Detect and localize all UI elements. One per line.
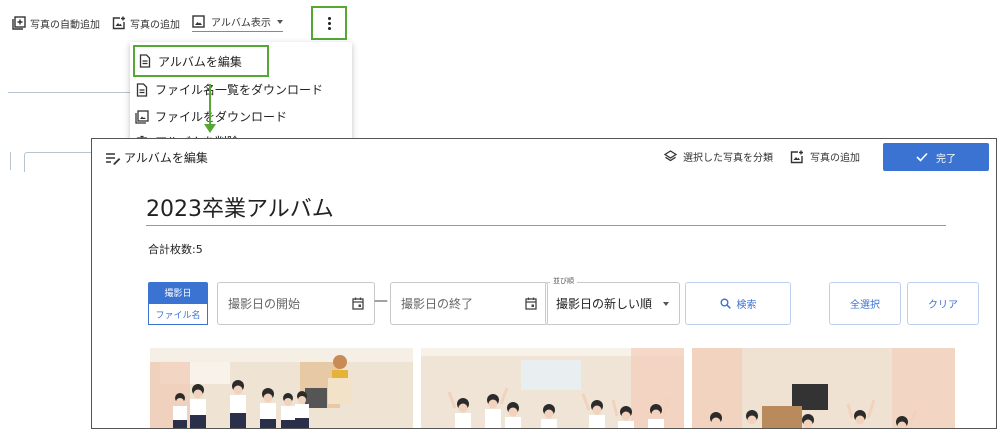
- calendar-icon[interactable]: [352, 297, 364, 310]
- view-mode-select[interactable]: アルバム表示: [192, 14, 283, 32]
- chevron-down-icon: [276, 19, 283, 24]
- done-button[interactable]: 完了: [883, 143, 989, 171]
- date-range-separator: —: [374, 293, 388, 309]
- clear-button[interactable]: クリア: [907, 282, 979, 325]
- editor-title-text: アルバムを編集: [124, 151, 208, 165]
- add-photo-icon: [112, 16, 125, 30]
- auto-add-photos-label: 写真の自動追加: [30, 19, 100, 31]
- document-icon: [139, 54, 151, 68]
- document-icon: [136, 82, 148, 97]
- filter-by-date-tab[interactable]: 撮影日: [148, 282, 208, 303]
- done-label: 完了: [936, 153, 956, 165]
- photo-count: 合計枚数:5: [148, 243, 203, 256]
- search-button-label: 検索: [736, 300, 757, 311]
- editor-header: アルバムを編集 選択した写真を分類 写真の追加 完了: [92, 139, 996, 175]
- menu-item-download-files[interactable]: ファイルをダウンロード: [135, 108, 287, 125]
- search-icon: [720, 298, 731, 309]
- add-library-icon: [12, 16, 26, 30]
- photo-thumbnail[interactable]: [150, 348, 413, 428]
- editor-title: アルバムを編集: [105, 149, 208, 166]
- more-options-button[interactable]: [311, 6, 347, 40]
- more-vert-icon: [327, 16, 331, 31]
- filter-mode-toggle: 撮影日 ファイル名: [148, 282, 208, 325]
- background-panel-edge: [24, 152, 94, 172]
- check-icon: [916, 152, 928, 162]
- menu-item-label: アルバムを編集: [158, 54, 242, 69]
- classroom-photo-image: [692, 348, 955, 428]
- sort-order-value: 撮影日の新しい順: [556, 297, 653, 311]
- photo-thumbnail[interactable]: [692, 348, 955, 428]
- add-photo-icon: [790, 150, 803, 163]
- image-icon: [192, 15, 205, 28]
- menu-item-label: ファイル名一覧をダウンロード: [155, 83, 324, 97]
- classroom-photo-image: [421, 348, 684, 428]
- menu-item-download-filenames[interactable]: ファイル名一覧をダウンロード: [135, 81, 323, 98]
- layers-icon: [664, 150, 677, 162]
- sort-order-select[interactable]: 撮影日の新しい順: [545, 282, 680, 325]
- end-date-placeholder: 撮影日の終了: [401, 297, 474, 311]
- album-title-underline: [146, 225, 946, 226]
- classroom-photo-image: [150, 348, 413, 428]
- auto-add-photos-button[interactable]: 写真の自動追加: [12, 16, 100, 31]
- editor-add-photo-label: 写真の追加: [810, 153, 860, 164]
- sort-order-label: 並び順: [550, 276, 577, 286]
- arrow-down-icon: [204, 124, 216, 133]
- background-border: [10, 152, 18, 170]
- end-date-field[interactable]: 撮影日の終了: [390, 282, 548, 325]
- menu-item-edit-album[interactable]: アルバムを編集: [133, 45, 269, 77]
- clear-label: クリア: [928, 300, 958, 311]
- callout-arrow-line: [209, 84, 211, 126]
- album-editor-panel: アルバムを編集 選択した写真を分類 写真の追加 完了 2023卒業アルバム 合計: [91, 138, 997, 429]
- chevron-down-icon: [663, 301, 669, 306]
- edit-list-icon: [106, 152, 121, 165]
- view-mode-label: アルバム表示: [211, 18, 271, 29]
- photo-thumbnail[interactable]: [421, 348, 684, 428]
- calendar-icon[interactable]: [525, 297, 537, 310]
- select-all-label: 全選択: [850, 300, 880, 311]
- add-photo-button[interactable]: 写真の追加: [112, 16, 180, 31]
- album-toolbar: 写真の自動追加 写真の追加 アルバム表示: [12, 10, 295, 36]
- menu-item-label: ファイルをダウンロード: [155, 110, 288, 124]
- editor-add-photo-button[interactable]: 写真の追加: [790, 149, 860, 164]
- classify-selected-label: 選択した写真を分類: [683, 153, 773, 164]
- select-all-button[interactable]: 全選択: [829, 282, 901, 325]
- photo-library-icon: [135, 109, 149, 124]
- classify-selected-button[interactable]: 選択した写真を分類: [664, 149, 773, 164]
- album-title-input[interactable]: 2023卒業アルバム: [146, 191, 334, 223]
- search-button[interactable]: 検索: [685, 282, 791, 325]
- start-date-field[interactable]: 撮影日の開始: [217, 282, 375, 325]
- start-date-placeholder: 撮影日の開始: [228, 297, 301, 311]
- background-divider: [8, 92, 136, 93]
- more-options-menu: アルバムを編集 ファイル名一覧をダウンロード ファイルをダウンロード アルバムを…: [130, 42, 352, 142]
- add-photo-label: 写真の追加: [130, 19, 180, 31]
- filter-by-filename-tab[interactable]: ファイル名: [148, 303, 208, 325]
